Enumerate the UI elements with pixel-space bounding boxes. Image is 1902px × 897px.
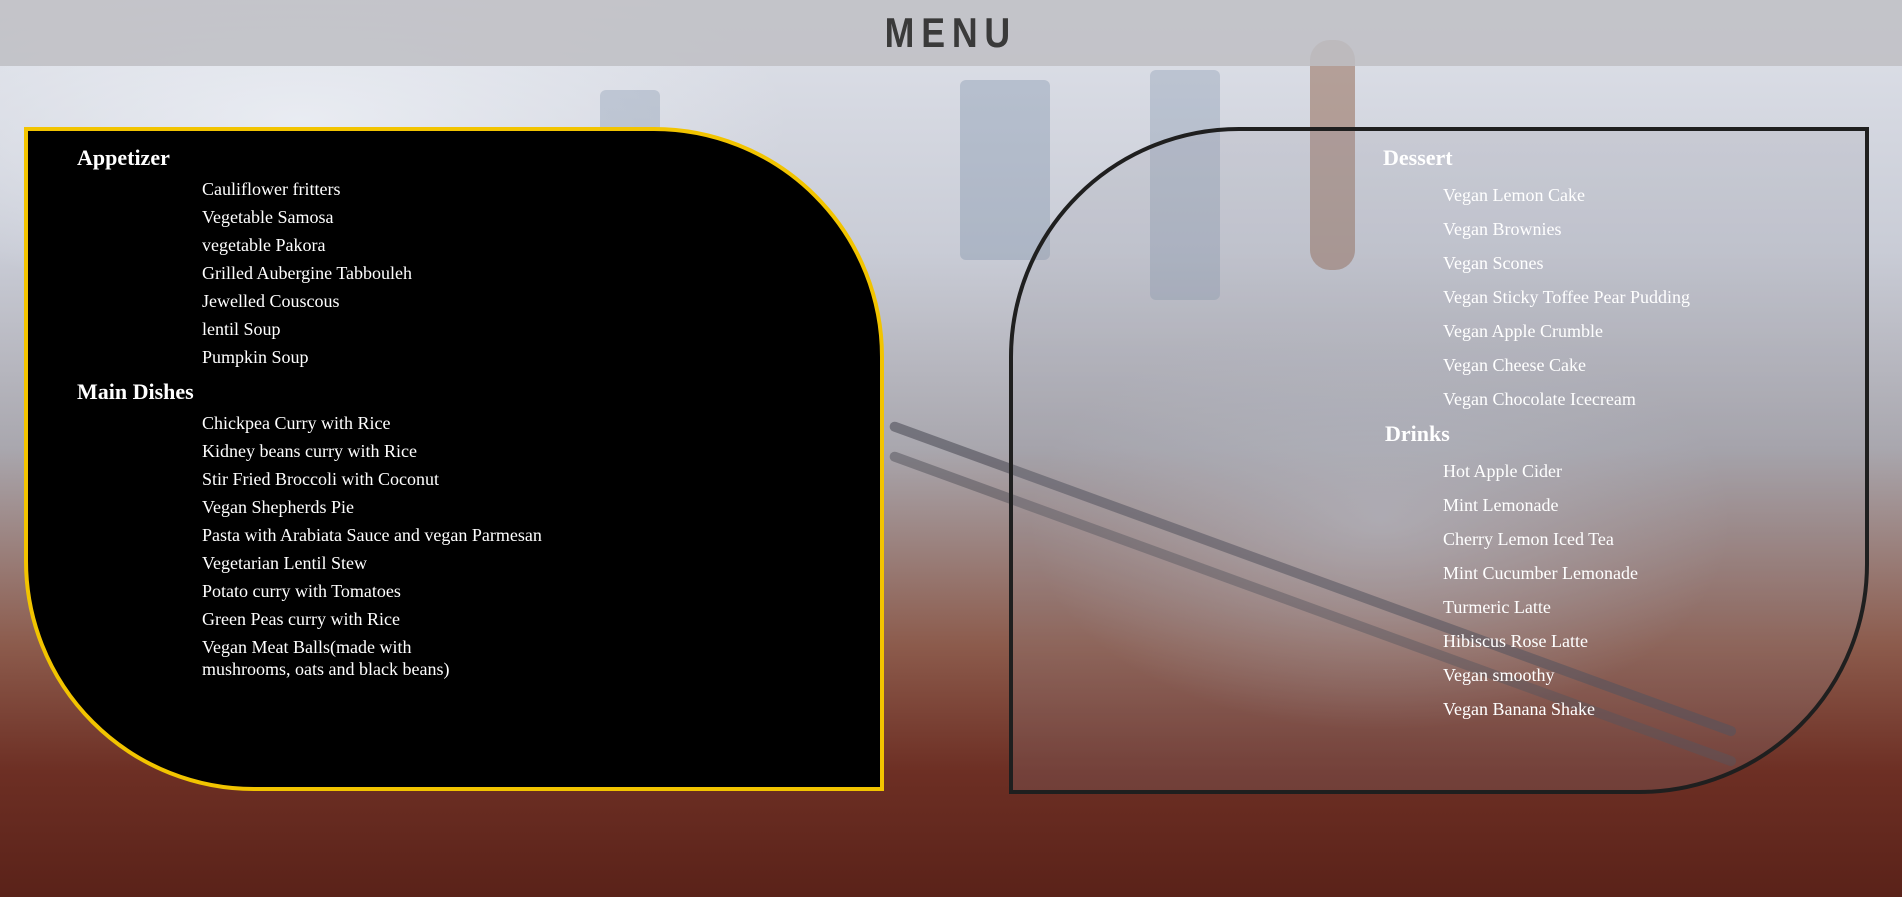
list-item: Cherry Lemon Iced Tea bbox=[1443, 529, 1614, 549]
list-item: Potato curry with Tomatoes bbox=[202, 581, 401, 601]
list-item: Vegan Chocolate Icecream bbox=[1443, 389, 1636, 409]
list-item: Stir Fried Broccoli with Coconut bbox=[202, 469, 439, 489]
title-bar: MENU bbox=[0, 0, 1902, 66]
list-item: Green Peas curry with Rice bbox=[202, 609, 400, 629]
list-item: Vegan Apple Crumble bbox=[1443, 321, 1603, 341]
list-item: Vegetable Samosa bbox=[202, 207, 334, 227]
drinks-title: Drinks bbox=[1385, 421, 1450, 446]
list-item: Vegan Scones bbox=[1443, 253, 1544, 273]
list-item: Grilled Aubergine Tabbouleh bbox=[202, 263, 413, 283]
list-item: Vegan Brownies bbox=[1443, 219, 1562, 239]
right-menu-panel: Dessert Vegan Lemon Cake Vegan Brownies … bbox=[1009, 127, 1869, 794]
list-item: Vegan smoothy bbox=[1443, 665, 1555, 685]
list-item: Vegan Sticky Toffee Pear Pudding bbox=[1443, 287, 1691, 307]
list-item: vegetable Pakora bbox=[202, 235, 326, 255]
list-item: Vegetarian Lentil Stew bbox=[202, 553, 367, 573]
list-item: mushrooms, oats and black beans) bbox=[202, 659, 450, 679]
main-dishes-title: Main Dishes bbox=[77, 379, 194, 404]
list-item: Turmeric Latte bbox=[1443, 597, 1551, 617]
list-item: Vegan Lemon Cake bbox=[1443, 185, 1585, 205]
list-item: Mint Lemonade bbox=[1443, 495, 1559, 515]
list-item: Pumpkin Soup bbox=[202, 347, 309, 367]
list-item: Hibiscus Rose Latte bbox=[1443, 631, 1588, 651]
dessert-title: Dessert bbox=[1383, 145, 1453, 170]
list-item: Mint Cucumber Lemonade bbox=[1443, 563, 1638, 583]
list-item: Pasta with Arabiata Sauce and vegan Parm… bbox=[202, 525, 542, 545]
list-item: Vegan Cheese Cake bbox=[1443, 355, 1586, 375]
list-item: Vegan Banana Shake bbox=[1443, 699, 1595, 719]
page-title: MENU bbox=[884, 9, 1018, 56]
list-item: Chickpea Curry with Rice bbox=[202, 413, 391, 433]
list-item: lentil Soup bbox=[202, 319, 281, 339]
left-menu-panel: Appetizer Cauliflower fritters Vegetable… bbox=[24, 127, 884, 791]
list-item: Vegan Shepherds Pie bbox=[202, 497, 354, 517]
appetizer-title: Appetizer bbox=[77, 145, 170, 170]
list-item: Jewelled Couscous bbox=[202, 291, 340, 311]
list-item: Vegan Meat Balls(made with bbox=[202, 637, 412, 657]
list-item: Kidney beans curry with Rice bbox=[202, 441, 417, 461]
list-item: Hot Apple Cider bbox=[1443, 461, 1562, 481]
list-item: Cauliflower fritters bbox=[202, 179, 341, 199]
